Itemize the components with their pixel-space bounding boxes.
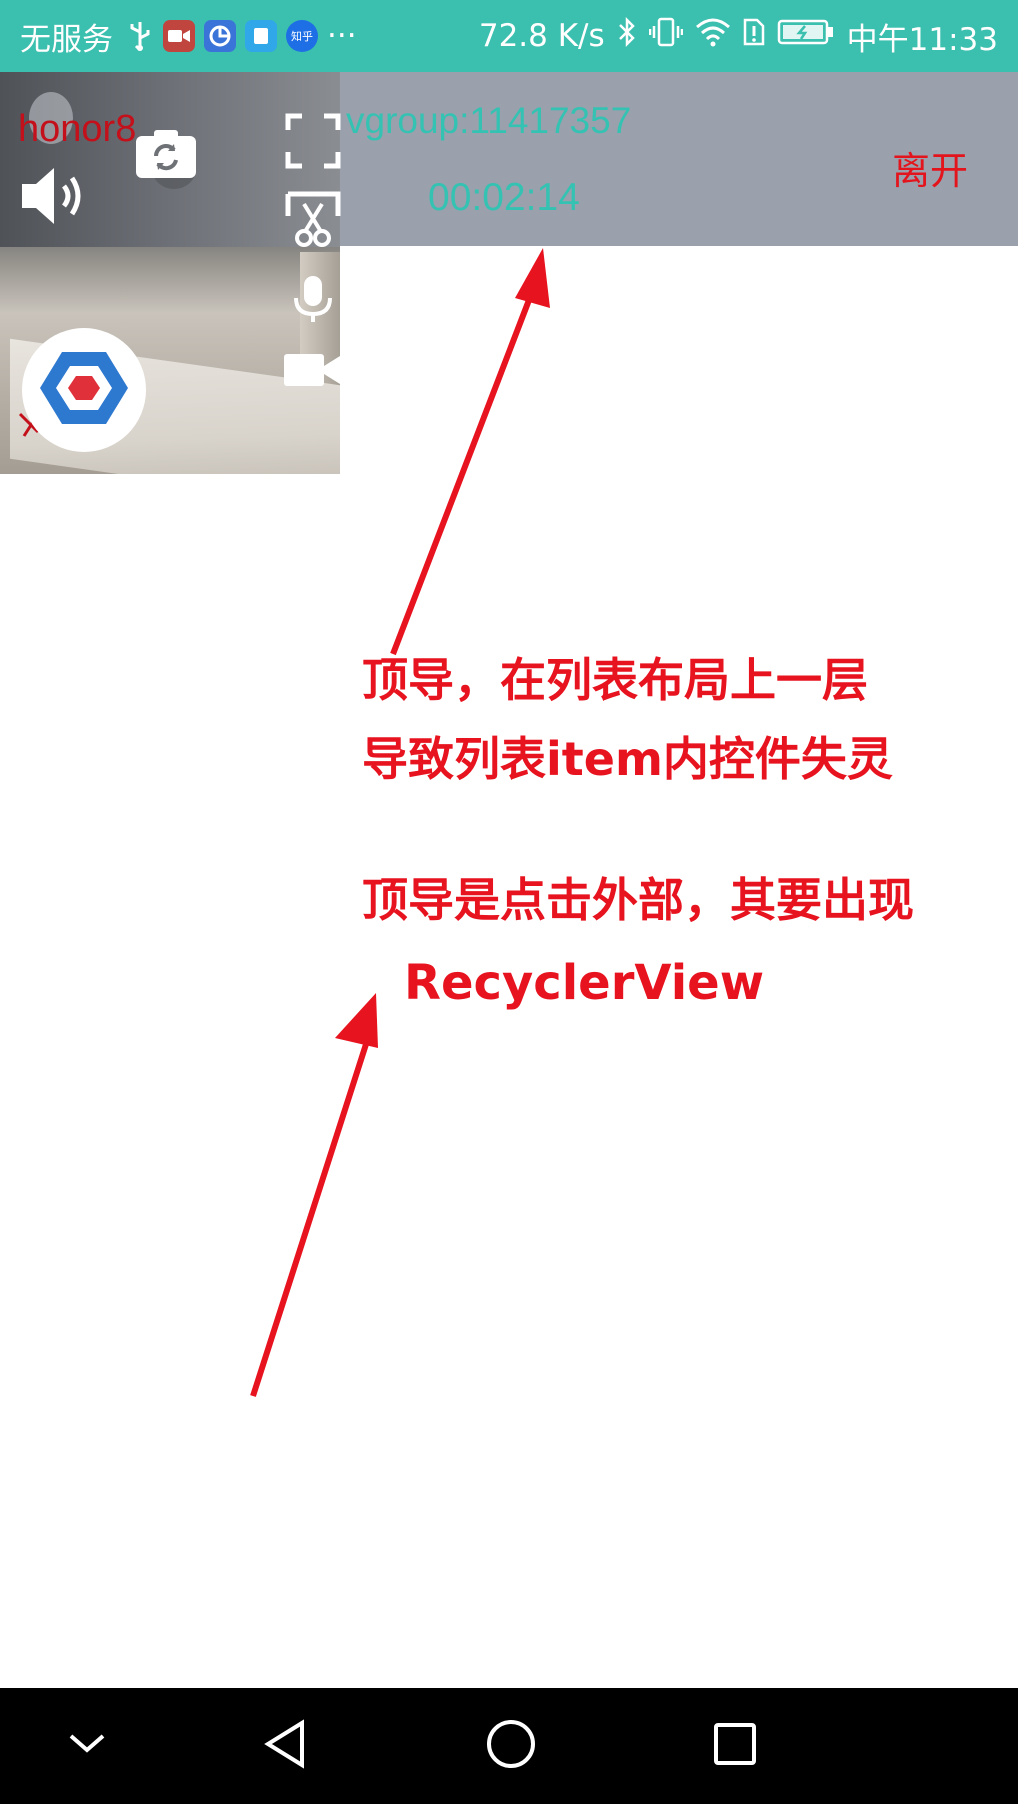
nav-hide-button[interactable] <box>54 1688 120 1804</box>
bluetooth-icon <box>617 16 637 56</box>
book-app-icon <box>245 20 277 52</box>
back-triangle-icon <box>262 1719 308 1773</box>
zhihu-app-icon: 知乎 <box>286 20 318 52</box>
leave-button[interactable]: 离开 <box>892 140 968 195</box>
floating-app-button[interactable] <box>22 328 146 452</box>
annotation-line-3: 顶导是点击外部，其要出现 <box>362 873 914 927</box>
nav-recents-button[interactable] <box>702 1688 768 1804</box>
carrier-label: 无服务 <box>20 21 113 58</box>
speaker-icon[interactable] <box>18 160 90 236</box>
camera-toggle-icon[interactable] <box>284 350 340 394</box>
hexagon-logo-icon <box>38 348 130 432</box>
chevron-down-icon <box>67 1732 107 1760</box>
recents-square-icon <box>712 1721 758 1771</box>
annotation-arrow-lower <box>250 993 378 1397</box>
clock: 中午11:33 <box>846 21 998 58</box>
crop-scissors-icon[interactable] <box>284 190 342 252</box>
battery-icon <box>777 18 835 54</box>
screenshot-icon[interactable] <box>284 112 342 174</box>
wifi-icon <box>695 17 731 55</box>
sim-alert-icon <box>743 16 765 56</box>
status-bar: 无服务 知乎 ··· 72.8 K/s 中午11:33 <box>0 0 1018 72</box>
vibrate-icon <box>648 16 683 56</box>
annotation-arrow-upper <box>390 248 550 656</box>
user-name: honor8 <box>18 108 137 150</box>
group-id-label: vgroup:11417357 <box>346 100 632 141</box>
pie-app-icon <box>204 20 236 52</box>
more-notifications-icon: ··· <box>327 18 357 54</box>
annotation-line-2: 导致列表item内控件失灵 <box>362 732 893 786</box>
microphone-icon[interactable] <box>292 274 334 328</box>
zhihu-badge-label: 知乎 <box>291 30 313 43</box>
call-timer: 00:02:14 <box>428 176 580 219</box>
switch-camera-icon[interactable] <box>134 124 200 194</box>
home-circle-icon <box>485 1718 537 1774</box>
nav-back-button[interactable] <box>252 1688 318 1804</box>
network-speed: 72.8 K/s <box>478 18 605 54</box>
nav-home-button[interactable] <box>478 1688 544 1804</box>
usb-icon <box>127 20 153 52</box>
video-app-icon <box>163 20 195 52</box>
annotation-line-1: 顶导，在列表布局上一层 <box>362 653 868 707</box>
annotation-line-4: RecyclerView <box>404 955 765 1011</box>
navigation-bar <box>0 1688 1018 1804</box>
